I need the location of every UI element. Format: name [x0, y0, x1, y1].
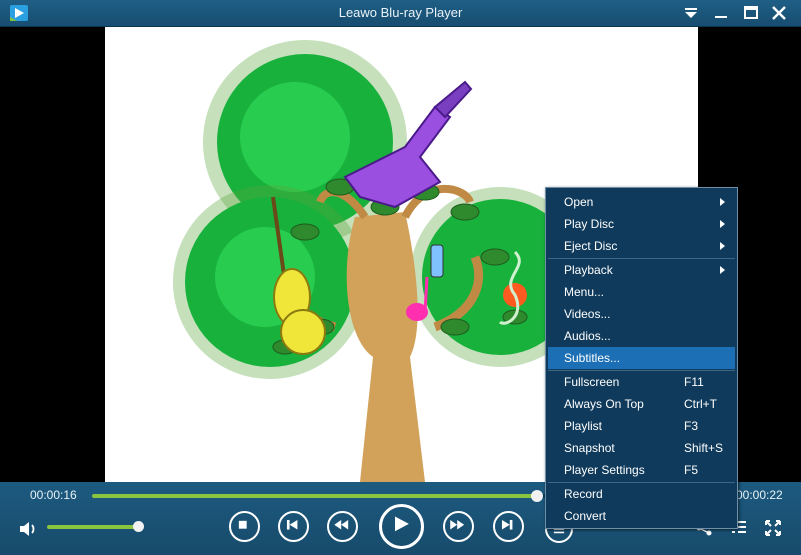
play-icon [395, 516, 409, 532]
menu-item-playback[interactable]: Playback [548, 259, 735, 281]
menu-item-subtitles[interactable]: Subtitles... [548, 347, 735, 369]
shortcut-label: F3 [684, 419, 699, 433]
menu-item-always-on-top[interactable]: Always On Top Ctrl+T [548, 393, 735, 415]
fast-forward-icon [450, 519, 465, 530]
volume-thumb[interactable] [133, 521, 145, 532]
seek-thumb[interactable] [530, 490, 543, 502]
submenu-arrow-icon [720, 198, 725, 206]
submenu-arrow-icon [720, 266, 725, 274]
maximize-button[interactable] [740, 3, 762, 23]
maximize-icon [744, 6, 758, 19]
stop-button[interactable] [229, 511, 260, 542]
menu-item-play-disc[interactable]: Play Disc [548, 213, 735, 235]
speaker-icon[interactable] [18, 519, 38, 539]
previous-button[interactable] [278, 511, 309, 542]
fullscreen-icon[interactable] [764, 519, 782, 537]
submenu-arrow-icon [720, 242, 725, 250]
stop-icon [238, 520, 247, 529]
menu-item-menu[interactable]: Menu... [548, 281, 735, 303]
play-button[interactable] [379, 504, 424, 549]
rewind-icon [334, 519, 349, 530]
menu-item-player-settings[interactable]: Player Settings F5 [548, 459, 735, 481]
skip-next-icon [501, 519, 513, 530]
shortcut-label: F11 [684, 375, 704, 389]
menu-item-convert[interactable]: Convert [548, 505, 735, 527]
shortcut-label: Shift+S [684, 441, 724, 455]
menu-item-videos[interactable]: Videos... [548, 303, 735, 325]
menu-item-snapshot[interactable]: Snapshot Shift+S [548, 437, 735, 459]
close-icon [772, 6, 786, 20]
dropdown-button[interactable] [680, 3, 702, 23]
menu-item-fullscreen[interactable]: Fullscreen F11 [548, 371, 735, 393]
elapsed-time: 00:00:16 [30, 488, 77, 502]
menu-item-audios[interactable]: Audios... [548, 325, 735, 347]
volume-slider[interactable] [47, 521, 145, 532]
seek-progress [92, 494, 537, 498]
menu-item-open[interactable]: Open [548, 191, 735, 213]
dropdown-arrow-icon [685, 8, 697, 18]
rewind-button[interactable] [327, 511, 358, 542]
shortcut-label: Ctrl+T [684, 397, 717, 411]
minimize-button[interactable] [710, 3, 732, 23]
menu-item-playlist[interactable]: Playlist F3 [548, 415, 735, 437]
skip-previous-icon [286, 519, 298, 530]
close-button[interactable] [768, 3, 790, 23]
forward-button[interactable] [443, 511, 474, 542]
menu-item-eject-disc[interactable]: Eject Disc [548, 235, 735, 257]
minimize-icon [715, 16, 727, 18]
title-bar[interactable]: Leawo Blu-ray Player [0, 0, 801, 27]
total-time: 00:00:22 [736, 488, 783, 502]
next-button[interactable] [493, 511, 524, 542]
submenu-arrow-icon [720, 220, 725, 228]
volume-level [47, 525, 140, 529]
shortcut-label: F5 [684, 463, 699, 477]
context-menu: Open Play Disc Eject Disc Playback Menu.… [545, 187, 738, 529]
menu-item-record[interactable]: Record [548, 483, 735, 505]
